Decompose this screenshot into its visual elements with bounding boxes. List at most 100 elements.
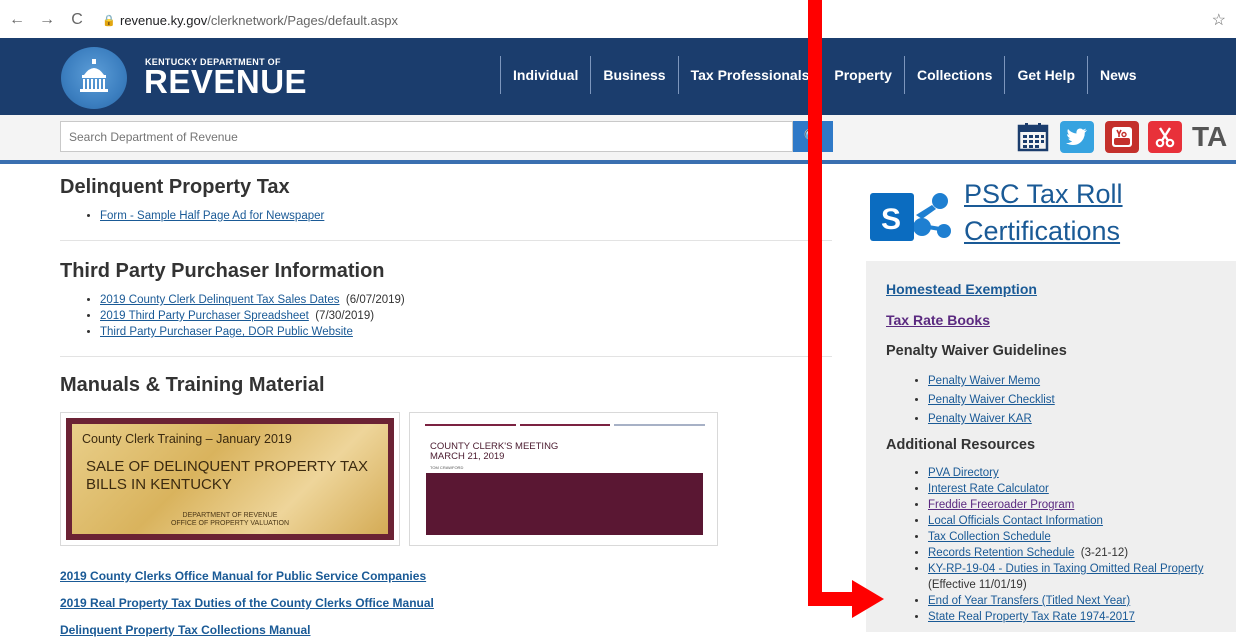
header-divider — [0, 160, 1236, 164]
list-item: Interest Rate Calculator — [928, 481, 1228, 497]
section-divider — [60, 240, 832, 241]
scissors-glyph — [1155, 127, 1175, 148]
list-item: Records Retention Schedule (3-21-12) — [928, 545, 1228, 561]
sharepoint-icon[interactable]: S — [870, 187, 956, 247]
interest-rate-calculator-link[interactable]: Interest Rate Calculator — [928, 483, 1049, 495]
public-service-manual-link[interactable]: 2019 County Clerks Office Manual for Pub… — [60, 569, 426, 583]
nav-collections[interactable]: Collections — [903, 56, 1004, 94]
slide-title: SALE OF DELINQUENT PROPERTY TAX BILLS IN… — [86, 458, 369, 493]
psc-tax-roll-link[interactable]: PSC Tax Roll Certifications — [964, 176, 1123, 250]
reload-icon[interactable]: C — [66, 11, 88, 29]
url-host: revenue.ky.gov — [120, 12, 208, 28]
list-item: PVA Directory — [928, 465, 1228, 481]
annotation-arrow-shaft — [808, 0, 822, 606]
youtube-glyph — [1112, 127, 1132, 147]
training-slide-thumbnail[interactable]: County Clerk Training – January 2019 SAL… — [60, 412, 400, 546]
section-divider — [60, 356, 832, 357]
penalty-waiver-heading: Penalty Waiver Guidelines — [886, 343, 1067, 359]
list-item: State Real Property Tax Rate 1974-2017 — [928, 609, 1228, 625]
tools-icon[interactable] — [1148, 121, 1182, 153]
nav-business[interactable]: Business — [590, 56, 677, 94]
youtube-icon[interactable] — [1105, 121, 1139, 153]
twitter-icon[interactable] — [1060, 121, 1094, 153]
twitter-bird-glyph — [1066, 128, 1087, 145]
slide-color-block — [426, 473, 703, 535]
link-note: (3-21-12) — [1080, 547, 1129, 559]
manuals-heading: Manuals & Training Material — [60, 374, 325, 396]
link-note: (6/07/2019) — [345, 294, 405, 306]
capitol-seal-icon[interactable] — [61, 47, 127, 109]
slide-footer-line2: OFFICE OF PROPERTY VALUATION — [170, 520, 290, 527]
list-item: Local Officials Contact Information — [928, 513, 1228, 529]
list-item: 2019 Third Party Purchaser Spreadsheet (… — [100, 308, 405, 324]
list-item: End of Year Transfers (Titled Next Year) — [928, 593, 1228, 609]
forward-arrow-icon[interactable]: → — [36, 11, 58, 29]
nav-property[interactable]: Property — [821, 56, 904, 94]
capitol-dome-icon — [80, 59, 108, 92]
list-item: Tax Collection Schedule — [928, 529, 1228, 545]
penalty-waiver-kar-link[interactable]: Penalty Waiver KAR — [928, 413, 1032, 425]
nav-news[interactable]: News — [1087, 56, 1149, 94]
third-party-links: 2019 County Clerk Delinquent Tax Sales D… — [100, 292, 405, 340]
link-note: (Effective 11/01/19) — [928, 579, 1027, 591]
slide-background: County Clerk Training – January 2019 SAL… — [72, 424, 388, 534]
additional-resources-heading: Additional Resources — [886, 437, 1036, 453]
homestead-exemption-link[interactable]: Homestead Exemption — [886, 281, 1037, 297]
nav-get-help[interactable]: Get Help — [1004, 56, 1087, 94]
lock-icon[interactable]: 🔒 — [102, 14, 116, 27]
svg-text:S: S — [881, 203, 901, 236]
third-party-spreadsheet-link[interactable]: 2019 Third Party Purchaser Spreadsheet — [100, 310, 309, 322]
state-tax-rate-link[interactable]: State Real Property Tax Rate 1974-2017 — [928, 611, 1135, 623]
link-note: (7/30/2019) — [315, 310, 375, 322]
tax-rate-books-link[interactable]: Tax Rate Books — [886, 312, 990, 328]
nav-tax-professionals[interactable]: Tax Professionals — [677, 56, 822, 94]
additional-resources-links: PVA Directory Interest Rate Calculator F… — [928, 465, 1228, 625]
records-retention-link[interactable]: Records Retention Schedule — [928, 547, 1074, 559]
calendar-icon[interactable] — [1016, 121, 1050, 153]
url-field[interactable]: revenue.ky.gov/clerknetwork/Pages/defaul… — [120, 13, 398, 28]
meeting-byline: TOM CRAWFORD — [430, 465, 464, 470]
delinquent-tax-sales-dates-link[interactable]: 2019 County Clerk Delinquent Tax Sales D… — [100, 294, 340, 306]
penalty-waiver-links: Penalty Waiver Memo Penalty Waiver Check… — [928, 372, 1228, 429]
delinquent-property-tax-heading: Delinquent Property Tax — [60, 176, 290, 198]
list-item: Penalty Waiver KAR — [928, 410, 1228, 429]
penalty-waiver-checklist-link[interactable]: Penalty Waiver Checklist — [928, 394, 1055, 406]
penalty-waiver-memo-link[interactable]: Penalty Waiver Memo — [928, 375, 1040, 387]
annotation-arrow-elbow — [808, 592, 858, 606]
third-party-heading: Third Party Purchaser Information — [60, 260, 385, 282]
back-arrow-icon[interactable]: ← — [6, 11, 28, 29]
calendar-glyph — [1017, 123, 1049, 152]
pva-directory-link[interactable]: PVA Directory — [928, 467, 999, 479]
slide-footer: DEPARTMENT OF REVENUE OFFICE OF PROPERTY… — [72, 512, 388, 528]
real-property-manual-link[interactable]: 2019 Real Property Tax Duties of the Cou… — [60, 596, 434, 610]
top-navigation: Individual Business Tax Professionals Pr… — [500, 56, 1149, 94]
search-input[interactable] — [60, 121, 793, 152]
psc-title-line2: Certifications — [964, 216, 1121, 246]
slide-top-bars — [425, 424, 706, 426]
psc-title-line1: PSC Tax Roll — [964, 179, 1123, 209]
freddie-freeroader-link[interactable]: Freddie Freeroader Program — [928, 499, 1074, 511]
list-item: Penalty Waiver Memo — [928, 372, 1228, 391]
taxanswers-logo[interactable]: TA — [1192, 121, 1236, 153]
meeting-slide-thumbnail[interactable]: COUNTY CLERK'S MEETING MARCH 21, 2019 TO… — [409, 412, 718, 546]
delinquent-links: Form - Sample Half Page Ad for Newspaper — [100, 208, 324, 224]
url-path: /clerknetwork/Pages/default.aspx — [207, 12, 398, 28]
list-item: KY-RP-19-04 - Duties in Taxing Omitted R… — [928, 561, 1228, 593]
bookmark-star-icon[interactable]: ☆ — [1212, 10, 1226, 30]
logo-title[interactable]: REVENUE — [144, 64, 307, 100]
omitted-real-property-link[interactable]: KY-RP-19-04 - Duties in Taxing Omitted R… — [928, 563, 1203, 575]
nav-individual[interactable]: Individual — [500, 56, 590, 94]
tax-collection-schedule-link[interactable]: Tax Collection Schedule — [928, 531, 1051, 543]
list-item: Freddie Freeroader Program — [928, 497, 1228, 513]
meeting-title: COUNTY CLERK'S MEETING MARCH 21, 2019 — [430, 442, 558, 462]
sample-ad-link[interactable]: Form - Sample Half Page Ad for Newspaper — [100, 210, 324, 222]
collections-manual-link[interactable]: Delinquent Property Tax Collections Manu… — [60, 623, 310, 637]
meeting-date: MARCH 21, 2019 — [430, 451, 505, 462]
slide-heading: County Clerk Training – January 2019 — [82, 432, 292, 446]
local-officials-contact-link[interactable]: Local Officials Contact Information — [928, 515, 1103, 527]
list-item: Third Party Purchaser Page, DOR Public W… — [100, 324, 405, 340]
end-of-year-transfers-link[interactable]: End of Year Transfers (Titled Next Year) — [928, 595, 1130, 607]
slide-frame: County Clerk Training – January 2019 SAL… — [66, 418, 394, 540]
slide-footer-line1: DEPARTMENT OF REVENUE — [182, 512, 278, 519]
third-party-page-link[interactable]: Third Party Purchaser Page, DOR Public W… — [100, 326, 353, 338]
